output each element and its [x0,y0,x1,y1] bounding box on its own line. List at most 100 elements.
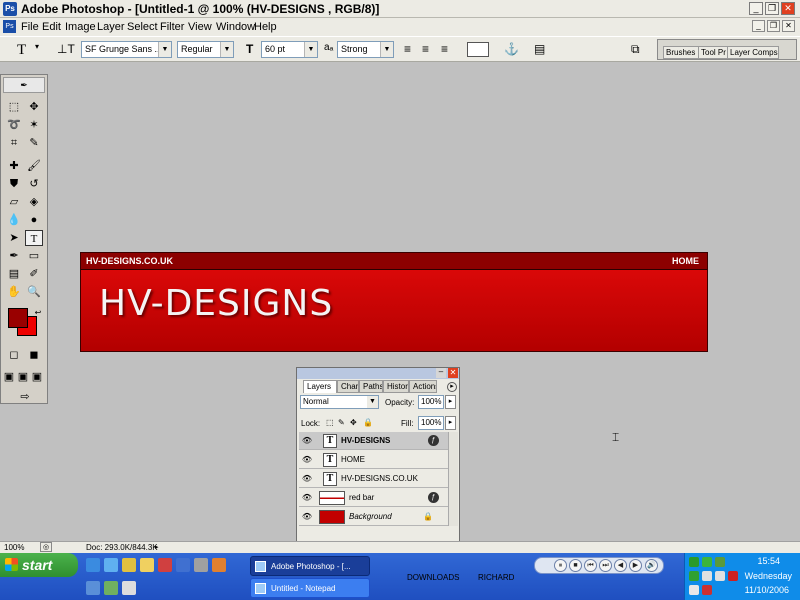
font-family-select[interactable]: SF Grunge Sans ... ▼ [81,41,172,58]
well-tab-layer-comps[interactable]: Layer Comps [727,46,779,59]
zoom-level[interactable]: 100% [4,543,24,552]
quicklaunch-app3-icon[interactable] [86,581,100,595]
doc-restore-button[interactable]: ❐ [767,20,780,32]
zoom-tool-icon[interactable]: 🔍 [25,284,43,300]
healing-brush-tool-icon[interactable]: ✚ [5,158,23,174]
eraser-tool-icon[interactable]: ▱ [5,194,23,210]
document-canvas[interactable]: HV-DESIGNS.CO.UK HOME HV-DESIGNS [80,252,708,352]
move-tool-icon[interactable]: ✥ [25,99,43,115]
tray-network-icon[interactable] [689,557,699,567]
toolbar-richard[interactable]: RICHARD [478,573,514,582]
font-style-select[interactable]: Regular ▼ [177,41,234,58]
palette-close-button[interactable]: ✕ [448,368,458,378]
orientation-toggle-icon[interactable]: ⊥T [57,42,75,56]
play-button[interactable]: ▶ [629,559,642,572]
restore-button[interactable]: ❐ [765,2,779,15]
tray-device-icon[interactable] [689,585,699,595]
lock-all-icon[interactable]: 🔒 [363,418,373,427]
layer-effects-icon[interactable]: ƒ [428,435,439,446]
lock-transparency-icon[interactable]: ⬚ [326,418,334,427]
menu-edit[interactable]: Edit [42,21,61,33]
tray-security-shield-icon[interactable] [702,585,712,595]
opacity-slider-arrow-icon[interactable]: ▸ [445,395,456,409]
tray-status-icon[interactable] [702,557,712,567]
tab-layers[interactable]: Layers [303,380,337,393]
screen-mode-full-menu-icon[interactable]: ▣ [16,369,30,385]
slice-tool-icon[interactable]: ✎ [25,135,43,151]
quicklaunch-messenger-icon[interactable] [176,558,190,572]
magic-wand-tool-icon[interactable]: ✶ [25,117,43,133]
history-brush-tool-icon[interactable]: ↺ [25,176,43,192]
foreground-color-swatch[interactable] [8,308,28,328]
photoshop-app-icon[interactable]: Ps [3,2,17,16]
tray-antivirus-icon[interactable] [728,571,738,581]
rewind-button[interactable]: ◀ [614,559,627,572]
blur-tool-icon[interactable]: 💧 [5,212,23,228]
feather-logo-icon[interactable]: ✒ [3,77,45,93]
font-size-select[interactable]: 60 pt ▼ [261,41,318,58]
antialias-select[interactable]: Strong ▼ [337,41,394,58]
tray-display-icon[interactable] [715,571,725,581]
tab-paths[interactable]: Paths [359,380,383,393]
clock-time[interactable]: 15:54 [757,556,780,566]
toolbar-downloads[interactable]: DOWNLOADS [407,573,459,582]
quicklaunch-app5-icon[interactable] [122,581,136,595]
tray-app-icon[interactable] [715,557,725,567]
eye-icon[interactable]: 👁 [301,511,313,523]
doc-minimize-button[interactable]: _ [752,20,765,32]
menu-view[interactable]: View [188,21,212,33]
quicklaunch-show-desktop-icon[interactable] [104,558,118,572]
previous-button[interactable]: ⏮ [584,559,597,572]
palette-titlebar[interactable] [297,368,459,379]
quicklaunch-app4-icon[interactable] [104,581,118,595]
task-photoshop[interactable]: Adobe Photoshop - [... [250,556,370,576]
tab-channels[interactable]: Channels [337,380,359,393]
lock-image-icon[interactable]: ✎ [338,418,345,427]
tab-actions[interactable]: Actions [409,380,437,393]
pen-tool-icon[interactable]: ✒ [5,248,23,264]
blend-mode-select[interactable]: Normal ▼ [300,395,379,409]
tab-history[interactable]: History [383,380,409,393]
quick-mask-mode-icon[interactable]: ◼ [25,347,43,363]
pause-button[interactable]: ⏸ [554,559,567,572]
tray-volume-icon[interactable] [702,571,712,581]
quicklaunch-app2-icon[interactable] [212,558,226,572]
type-tool-icon[interactable]: T [25,230,43,246]
volume-button[interactable]: 🔊 [645,559,658,572]
quicklaunch-explorer-icon[interactable] [140,558,154,572]
palette-minimize-button[interactable]: – [436,368,446,378]
menu-help[interactable]: Help [254,21,277,33]
well-tab-tool-presets[interactable]: Tool Pr [698,46,728,59]
document-icon[interactable]: Ps [3,20,16,33]
menu-layer[interactable]: Layer [97,21,125,33]
eyedropper-tool-icon[interactable]: ✐ [25,266,43,282]
menu-select[interactable]: Select [127,21,158,33]
layer-row-red-bar[interactable]: 👁 red bar ƒ [299,489,457,507]
minimize-button[interactable]: _ [749,2,763,15]
file-browser-icon[interactable]: ⧉ [631,42,640,57]
jump-to-imageready-icon[interactable]: ⇨ [11,389,39,405]
palette-menu-icon[interactable]: ▸ [447,382,457,392]
opacity-input[interactable]: 100% [418,395,444,409]
next-button[interactable]: ⏭ [599,559,612,572]
screen-mode-standard-icon[interactable]: ▣ [2,369,16,385]
notes-tool-icon[interactable]: ▤ [5,266,23,282]
clone-stamp-tool-icon[interactable]: ⛊ [5,176,23,192]
layer-row-hv-designs[interactable]: 👁 T HV-DESIGNS ƒ [299,432,457,450]
crop-tool-icon[interactable]: ⌗ [5,135,23,151]
menu-filter[interactable]: Filter [160,21,184,33]
eye-icon[interactable]: 👁 [301,492,313,504]
status-info-icon[interactable]: ◎ [40,542,52,552]
marquee-tool-icon[interactable]: ⬚ [5,99,23,115]
shape-tool-icon[interactable]: ▭ [25,248,43,264]
stop-button[interactable]: ■ [569,559,582,572]
text-color-swatch[interactable] [467,42,489,57]
path-selection-tool-icon[interactable]: ➤ [5,230,23,246]
menu-file[interactable]: File [21,21,39,33]
align-center-icon[interactable]: ≡ [422,42,429,56]
palettes-toggle-icon[interactable]: ▤ [534,42,545,56]
well-tab-brushes[interactable]: Brushes [663,46,699,59]
align-right-icon[interactable]: ≡ [441,42,448,56]
quicklaunch-ie-icon[interactable] [86,558,100,572]
swap-colors-icon[interactable]: ↩ [29,305,47,321]
